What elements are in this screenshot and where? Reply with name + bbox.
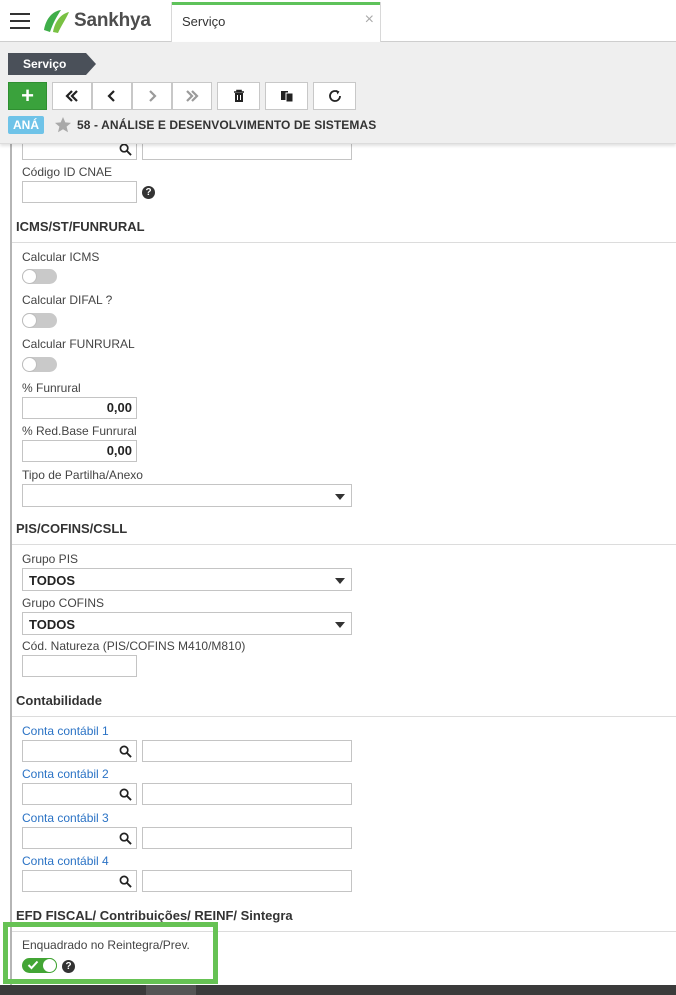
icms-section-title: ICMS/ST/FUNRURAL <box>16 219 145 234</box>
search-icon[interactable] <box>119 144 132 156</box>
help-icon[interactable]: ? <box>62 960 75 973</box>
refresh-button[interactable] <box>313 82 356 110</box>
search-icon[interactable] <box>119 788 132 801</box>
conta4-description-field[interactable] <box>142 870 352 892</box>
conta3-lookup-input[interactable] <box>22 827 137 849</box>
cnae-id-input[interactable] <box>22 181 137 203</box>
calc-icms-label: Calcular ICMS <box>22 250 100 264</box>
action-buttons: + <box>8 82 356 110</box>
breadcrumb[interactable]: Serviço <box>8 53 96 75</box>
double-chevron-right-icon <box>186 90 199 102</box>
pis-section-title: PIS/COFINS/CSLL <box>16 521 128 536</box>
tab-label: Serviço <box>182 14 226 29</box>
contab-section-title: Contabilidade <box>16 693 102 708</box>
trash-icon <box>233 89 244 102</box>
grupo-pis-label: Grupo PIS <box>22 552 79 566</box>
calc-difal-label: Calcular DIFAL ? <box>22 293 113 307</box>
calc-icms-toggle[interactable] <box>22 269 57 284</box>
conta1-lookup-input[interactable] <box>22 740 137 762</box>
reintegra-toggle[interactable] <box>22 958 57 973</box>
check-icon <box>27 960 39 970</box>
tipo-partilha-select[interactable] <box>22 484 352 507</box>
select-value: TODOS <box>29 617 75 632</box>
tab-servico[interactable]: Serviço × <box>171 2 381 42</box>
star-icon[interactable] <box>54 116 72 134</box>
delete-button[interactable] <box>217 82 260 110</box>
record-badge: ANÁ <box>8 116 44 134</box>
toolbar-area: Serviço + ANÁ 58 - ANÁLISE E DESENVOLVIM… <box>0 42 676 144</box>
caret-down-icon <box>335 578 345 584</box>
top-bar: Sankhya Serviço × <box>0 0 676 42</box>
pct-funrural-label: % Funrural <box>22 381 81 395</box>
conta3-description-field[interactable] <box>142 827 352 849</box>
first-record-button[interactable] <box>52 82 92 110</box>
caret-down-icon <box>335 622 345 628</box>
calc-difal-toggle[interactable] <box>22 313 57 328</box>
conta2-lookup-input[interactable] <box>22 783 137 805</box>
cnae-lookup-input[interactable] <box>22 144 137 160</box>
refresh-icon <box>328 90 341 102</box>
cod-natureza-label: Cód. Natureza (PIS/COFINS M410/M810) <box>22 639 246 653</box>
search-icon[interactable] <box>119 875 132 888</box>
brand-name: Sankhya <box>74 10 151 31</box>
select-value: TODOS <box>29 573 75 588</box>
red-base-input[interactable]: 0,00 <box>22 440 137 462</box>
add-button[interactable]: + <box>8 82 47 110</box>
taskbar-segment <box>146 985 196 995</box>
conta2-description-field[interactable] <box>142 783 352 805</box>
efd-section-title: EFD FISCAL/ Contribuições/ REINF/ Sinteg… <box>16 908 293 923</box>
last-record-button[interactable] <box>172 82 212 110</box>
calc-funrural-toggle[interactable] <box>22 357 57 372</box>
record-title: 58 - ANÁLISE E DESENVOLVIMENTO DE SISTEM… <box>77 118 377 132</box>
search-icon[interactable] <box>119 745 132 758</box>
sankhya-logo: Sankhya <box>41 8 151 34</box>
cnae-id-label: Código ID CNAE <box>22 165 113 179</box>
toggle-knob <box>22 357 37 372</box>
copy-icon <box>280 91 293 103</box>
double-chevron-left-icon <box>65 90 78 102</box>
grupo-cofins-label: Grupo COFINS <box>22 596 105 610</box>
conta2-label[interactable]: Conta contábil 2 <box>22 767 109 781</box>
grupo-cofins-select[interactable]: TODOS <box>22 612 352 635</box>
section-divider <box>12 716 676 717</box>
red-base-label: % Red.Base Funrural <box>22 424 137 438</box>
tipo-partilha-label: Tipo de Partilha/Anexo <box>22 468 143 482</box>
conta1-description-field[interactable] <box>142 740 352 762</box>
highlight-box <box>3 922 218 984</box>
calc-funrural-label: Calcular FUNRURAL <box>22 337 135 351</box>
section-rail <box>10 144 12 985</box>
conta4-lookup-input[interactable] <box>22 870 137 892</box>
help-icon[interactable]: ? <box>142 186 155 199</box>
search-icon[interactable] <box>119 832 132 845</box>
cnae-description-field[interactable] <box>142 144 352 160</box>
grupo-pis-select[interactable]: TODOS <box>22 568 352 591</box>
conta3-label[interactable]: Conta contábil 3 <box>22 811 109 825</box>
previous-record-button[interactable] <box>92 82 132 110</box>
reintegra-label: Enquadrado no Reintegra/Prev. <box>22 938 190 952</box>
sankhya-leaf-icon <box>44 10 69 33</box>
caret-down-icon <box>335 494 345 500</box>
conta4-label[interactable]: Conta contábil 4 <box>22 854 109 868</box>
next-record-button[interactable] <box>132 82 172 110</box>
chevron-right-icon <box>149 90 157 102</box>
section-divider <box>12 544 676 545</box>
section-divider <box>12 242 676 243</box>
chevron-left-icon <box>107 90 115 102</box>
form-content: Código ID CNAE ? ICMS/ST/FUNRURAL Calcul… <box>0 144 676 985</box>
pct-funrural-input[interactable]: 0,00 <box>22 397 137 419</box>
menu-icon[interactable] <box>10 13 30 29</box>
toggle-knob <box>42 958 57 973</box>
duplicate-button[interactable] <box>265 82 308 110</box>
toggle-knob <box>22 269 37 284</box>
cod-natureza-input[interactable] <box>22 655 137 677</box>
close-icon[interactable]: × <box>365 11 374 29</box>
toggle-knob <box>22 313 37 328</box>
bottom-bar <box>0 985 676 995</box>
record-status: ANÁ 58 - ANÁLISE E DESENVOLVIMENTO DE SI… <box>8 116 376 134</box>
conta1-label[interactable]: Conta contábil 1 <box>22 724 109 738</box>
